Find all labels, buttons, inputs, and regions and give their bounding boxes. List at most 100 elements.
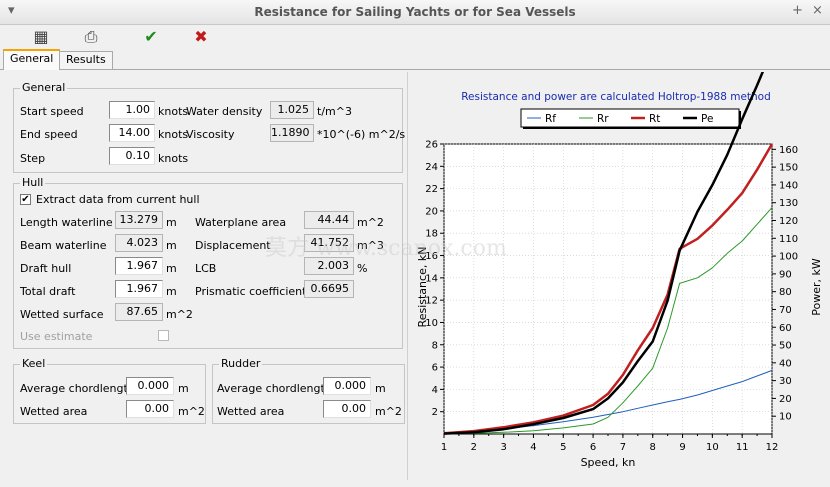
window-title: Resistance for Sailing Yachts or for Sea… [254,5,576,19]
plot-background [443,143,773,435]
print-icon[interactable]: ⎙ [80,27,102,47]
general-legend: General [20,81,68,94]
chart-plot-area: 1 2 3 4 5 6 7 8 9 10 11 122468101214161820222426102… [425,49,798,453]
water-density-unit: t/m^3 [317,105,352,118]
rudder-chord-input[interactable]: 0.000 [323,377,371,395]
chart-panel: Resistance and power are calculated Holt… [407,49,830,480]
tab-results[interactable]: Results [59,51,113,69]
total-draft-input[interactable]: 1.967 [115,280,163,298]
y2-tick-label: 120 [779,216,798,227]
x-tick-label: 10 [706,442,719,453]
step-input[interactable]: 0.10 [109,147,155,165]
end-speed-label: End speed [20,128,78,141]
draft-hull-input[interactable]: 1.967 [115,257,163,275]
x-tick-label: 2 [471,442,477,453]
x-tick-label: 12 [766,442,779,453]
ok-icon[interactable]: ✔ [140,27,162,47]
beam-wl-label: Beam waterline [20,239,107,252]
water-density-value: 1.025 [270,101,314,119]
y2-tick-label: 140 [779,180,798,191]
y-tick-label: 26 [425,140,438,151]
step-label: Step [20,152,46,165]
waterplane-area-value: 44.44 [304,211,354,229]
hull-group: Hull ✔ Extract data from current hull Le… [13,176,403,349]
rudder-legend: Rudder [219,357,263,370]
total-draft-label: Total draft [20,285,76,298]
draft-hull-unit: m [166,262,177,275]
hull-legend: Hull [20,176,46,189]
wetted-surface-label: Wetted surface [20,308,104,321]
beam-wl-value: 4.023 [115,234,163,252]
window-titlebar[interactable]: ▾ Resistance for Sailing Yachts or for S… [0,0,830,25]
y2-tick-label: 110 [779,234,798,245]
draft-hull-label: Draft hull [20,262,72,275]
waterplane-area-label: Waterplane area [195,216,287,229]
viscosity-value: 1.1890 [270,124,314,142]
start-speed-input[interactable]: 1.00 [109,101,155,119]
calculator-icon[interactable]: ▦ [30,27,52,47]
y2-tick-label: 70 [779,305,792,316]
rudder-wetted-input[interactable]: 0.00 [323,400,371,418]
y-axis-label: Resistance, kN [416,247,429,328]
displacement-value: 41.752 [304,234,354,252]
lcb-label: LCB [195,262,217,275]
keel-chord-input[interactable]: 0.000 [126,377,174,395]
y2-tick-label: 10 [779,412,792,423]
toolbar: ▦ ⎙ ✔ ✖ [0,25,830,49]
keel-wetted-input[interactable]: 0.00 [126,400,174,418]
legend-label-rf: Rf [545,113,556,125]
y2-tick-label: 40 [779,358,792,369]
y-tick-label: 22 [425,184,438,195]
viscosity-unit: *10^(-6) m^2/s [317,128,406,141]
rudder-chord-label: Average chordlength [217,382,332,395]
extract-data-checkbox[interactable]: ✔ [20,194,31,205]
waterplane-area-unit: m^2 [357,216,384,229]
legend-label-pe: Pe [701,113,713,125]
beam-wl-unit: m [166,239,177,252]
x-tick-label: 5 [560,442,566,453]
length-wl-unit: m [166,216,177,229]
resistance-chart: Resistance and power are calculated Holt… [416,49,823,469]
y2-tick-label: 20 [779,394,792,405]
cancel-icon[interactable]: ✖ [190,27,212,47]
y-tick-label: 18 [425,229,438,240]
x-tick-label: 6 [590,442,596,453]
start-speed-label: Start speed [20,105,84,118]
rudder-group: Rudder Average chordlength 0.000 m Wette… [212,357,405,424]
legend-label-rr: Rr [597,113,609,125]
end-speed-input[interactable]: 14.00 [109,124,155,142]
rudder-chord-unit: m [375,382,386,395]
x-tick-label: 11 [736,442,749,453]
start-speed-unit: knots [158,105,189,118]
chart-title: Resistance and power are calculated Holt… [461,91,771,103]
y-tick-label: 24 [425,162,438,173]
x-axis-label: Speed, kn [581,456,636,469]
lcb-value: 2.003 [304,257,354,275]
y-tick-label: 6 [432,363,438,374]
pin-icon[interactable]: + [792,3,803,18]
y2-tick-label: 60 [779,323,792,334]
x-tick-label: 7 [620,442,626,453]
rudder-wetted-label: Wetted area [217,405,285,418]
use-estimate-label: Use estimate [20,330,93,343]
x-tick-label: 3 [500,442,506,453]
displacement-label: Displacement [195,239,271,252]
viscosity-label: Viscosity [186,128,235,141]
chart-legend: Rf Rr Rt Pe [520,108,741,129]
extract-data-label: Extract data from current hull [36,193,200,206]
keel-wetted-label: Wetted area [20,405,88,418]
y-tick-label: 20 [425,206,438,217]
tab-general[interactable]: General [3,49,61,70]
total-draft-unit: m [166,285,177,298]
wetted-surface-unit: m^2 [166,308,193,321]
y-tick-label: 2 [432,407,438,418]
keel-chord-unit: m [178,382,189,395]
keel-chord-label: Average chordlength [20,382,135,395]
keel-wetted-unit: m^2 [178,405,205,418]
x-tick-label: 9 [679,442,685,453]
close-icon[interactable]: × [812,3,823,18]
end-speed-unit: knots [158,128,189,141]
y-tick-label: 8 [432,340,438,351]
prismatic-label: Prismatic coefficient [195,285,307,298]
y2-tick-label: 90 [779,269,792,280]
